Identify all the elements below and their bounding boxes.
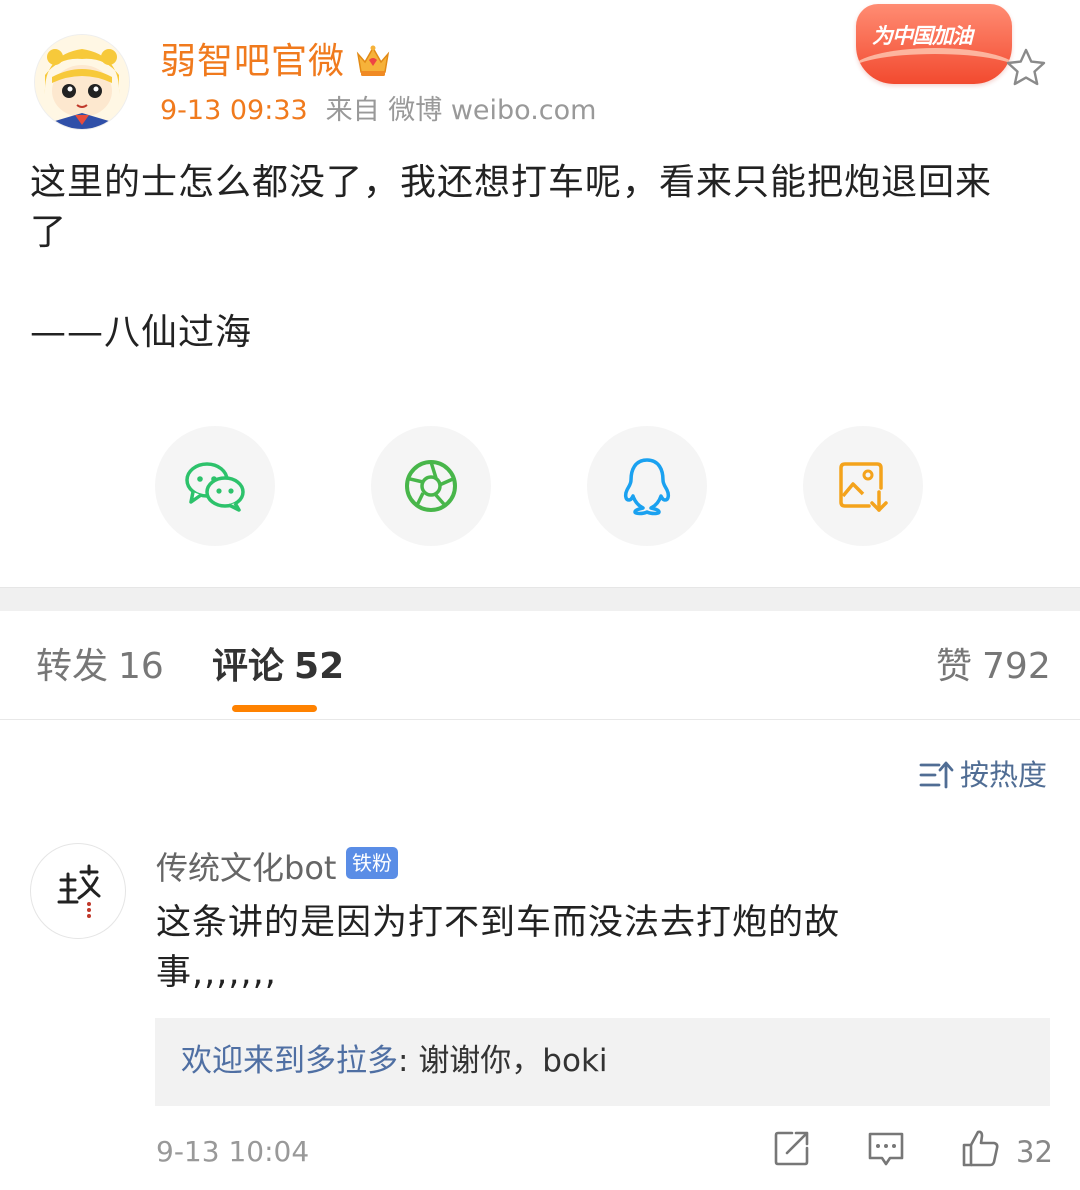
save-image-button[interactable] [803, 426, 923, 546]
wechat-icon [185, 462, 245, 512]
badge-decoration [856, 48, 1012, 84]
author-name[interactable]: 弱智吧官微 [160, 38, 345, 86]
sort-label: 按热度 [960, 758, 1048, 792]
comment-time: 9-13 10:04 [156, 1135, 310, 1168]
tab-repost[interactable]: 转发 16 [36, 640, 164, 694]
comment-bubble-icon [868, 1132, 904, 1166]
post-source: 来自 微博 weibo.com [325, 95, 597, 126]
tab-like-label: 赞 [936, 646, 973, 687]
reply-line: 欢迎来到多拉多: 谢谢你，boki [181, 1038, 608, 1084]
tab-repost-count: 16 [118, 646, 164, 687]
qq-icon [623, 458, 671, 516]
tabs-divider [0, 719, 1080, 720]
calligraphy-logo-image [57, 864, 101, 918]
tab-comment[interactable]: 评论 52 [212, 640, 344, 694]
comment-reply-button[interactable] [866, 1128, 906, 1168]
save-image-icon [839, 462, 888, 512]
comment-text: 这条讲的是因为打不到车而没法去打炮的故 事,,,,,,, [156, 903, 841, 993]
thumbs-up-icon [962, 1130, 999, 1167]
moments-icon [405, 460, 457, 512]
tab-comment-count: 52 [294, 646, 345, 687]
tab-like-count: 792 [982, 646, 1051, 687]
commenter-name[interactable]: 传统文化bot [156, 846, 336, 890]
crown-icon [354, 42, 392, 80]
badge-text: 为中国加油 [872, 24, 973, 48]
share-out-icon [774, 1131, 809, 1166]
sort-icon [919, 761, 954, 789]
post-time: 9-13 09:33 [160, 95, 308, 126]
reply-author[interactable]: 欢迎来到多拉多 [181, 1043, 398, 1079]
tab-comment-label: 评论 [212, 646, 285, 687]
reply-text: 谢谢你，boki [418, 1043, 608, 1079]
comment-share-button[interactable] [772, 1128, 812, 1168]
tab-repost-label: 转发 [36, 646, 109, 687]
active-tab-indicator [232, 705, 317, 712]
section-divider [0, 587, 1080, 611]
post-text: 这里的士怎么都没了，我还想打车呢，看来只能把炮退回来 了 ——八仙过海 [30, 162, 993, 353]
favorite-star-icon[interactable] [1004, 46, 1048, 90]
author-avatar[interactable] [34, 34, 130, 130]
share-wechat-button[interactable] [155, 426, 275, 546]
comment-like-count: 32 [1016, 1135, 1053, 1169]
commenter-avatar[interactable] [30, 843, 126, 939]
post-meta: 9-13 09:33 来自 微博 weibo.com [160, 92, 596, 130]
tab-like[interactable]: 赞 792 [936, 640, 1051, 694]
share-qq-button[interactable] [587, 426, 707, 546]
iron-fan-badge: 铁粉 [346, 847, 398, 879]
anime-avatar-image [35, 35, 129, 129]
cheer-badge[interactable]: 为中国加油 [856, 4, 1012, 84]
share-moments-button[interactable] [371, 426, 491, 546]
comment-like-button[interactable] [960, 1128, 1000, 1168]
sort-by-hot-button[interactable]: 按热度 [918, 754, 1047, 796]
reply-separator: : [398, 1043, 419, 1079]
reply-preview[interactable]: 欢迎来到多拉多: 谢谢你，boki [155, 1018, 1050, 1106]
